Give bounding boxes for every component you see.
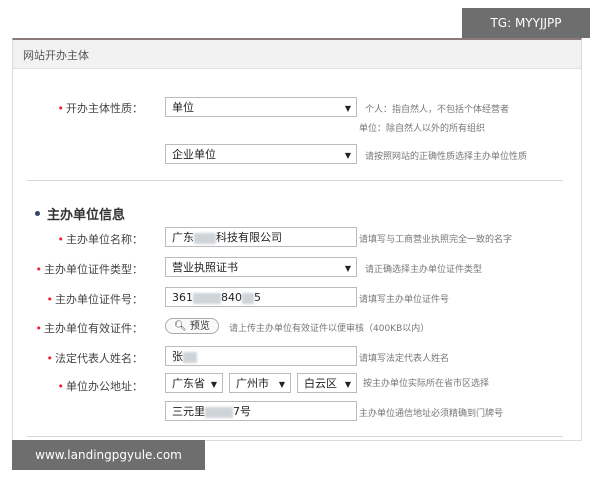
- subject-nature-select[interactable]: 单位 ▼: [165, 97, 357, 117]
- search-icon: 🔍︎: [174, 321, 187, 332]
- unit-type-select[interactable]: 企业单位 ▼: [165, 144, 357, 164]
- website-subject-panel: 网站开办主体 • 开办主体性质： 单位 ▼ 个人：指自然人，不包括个体经营者 单位…: [12, 38, 582, 441]
- cert-type-select[interactable]: 营业执照证书 ▼: [165, 257, 357, 277]
- legal-rep-hint: 请填写法定代表人姓名: [359, 354, 450, 364]
- cert-file-hint: 请上传主办单位有效证件以便审核（400KB以内）: [229, 324, 430, 334]
- cert-file-label: • 主办单位有效证件：: [35, 322, 144, 335]
- cert-no-hint: 请填写主办单位证件号: [359, 295, 450, 305]
- redacted-text: [193, 292, 221, 304]
- province-select[interactable]: 广东省 ▼: [165, 373, 223, 393]
- org-name-hint: 请填写与工商营业执照完全一致的名字: [359, 235, 513, 245]
- address-label: • 单位办公地址：: [57, 380, 144, 393]
- chevron-down-icon: ▼: [344, 264, 351, 273]
- bottom-divider: [27, 436, 563, 437]
- street-address-input[interactable]: 三元里 7号: [165, 401, 357, 421]
- address-hint: 按主办单位实际所在省市区选择: [363, 379, 490, 389]
- preview-button[interactable]: 🔍︎ 预览: [165, 318, 219, 334]
- redacted-text: [194, 232, 216, 244]
- cert-type-hint: 请正确选择主办单位证件类型: [365, 265, 483, 275]
- chevron-down-icon: ▼: [344, 380, 351, 389]
- panel-header: 网站开办主体: [13, 40, 581, 69]
- cert-type-label: • 主办单位证件类型：: [35, 263, 144, 276]
- cert-no-input[interactable]: 361 840 5: [165, 287, 357, 307]
- chevron-down-icon: ▼: [344, 151, 351, 160]
- watermark-tag: TG: MYYJJPP: [462, 8, 590, 38]
- section-divider: [27, 180, 563, 181]
- legal-rep-label: • 法定代表人姓名：: [46, 352, 144, 365]
- street-address-hint: 主办单位通信地址必须精确到门牌号: [359, 409, 504, 419]
- redacted-text: [183, 351, 197, 363]
- subject-nature-hint-2: 单位：除自然人以外的所有组织: [359, 124, 486, 134]
- org-name-label: • 主办单位名称：: [57, 233, 144, 246]
- footer-url-tag: www.landingpgyule.com: [12, 440, 205, 470]
- cert-no-label: • 主办单位证件号：: [46, 293, 144, 306]
- chevron-down-icon: ▼: [344, 104, 351, 113]
- unit-type-hint: 请按照网站的正确性质选择主办单位性质: [365, 152, 528, 162]
- subject-nature-label: • 开办主体性质：: [57, 102, 144, 115]
- section-title-org: 主办单位信息: [35, 204, 125, 223]
- legal-rep-input[interactable]: 张: [165, 346, 357, 366]
- district-select[interactable]: 白云区 ▼: [297, 373, 357, 393]
- chevron-down-icon: ▼: [210, 380, 217, 389]
- panel-title: 网站开办主体: [23, 49, 89, 62]
- redacted-text: [205, 406, 233, 418]
- city-select[interactable]: 广州市 ▼: [229, 373, 291, 393]
- subject-nature-hint-1: 个人：指自然人，不包括个体经营者: [365, 105, 510, 115]
- org-name-input[interactable]: 广东 科技有限公司: [165, 227, 357, 247]
- chevron-down-icon: ▼: [278, 380, 285, 389]
- redacted-text: [242, 292, 254, 304]
